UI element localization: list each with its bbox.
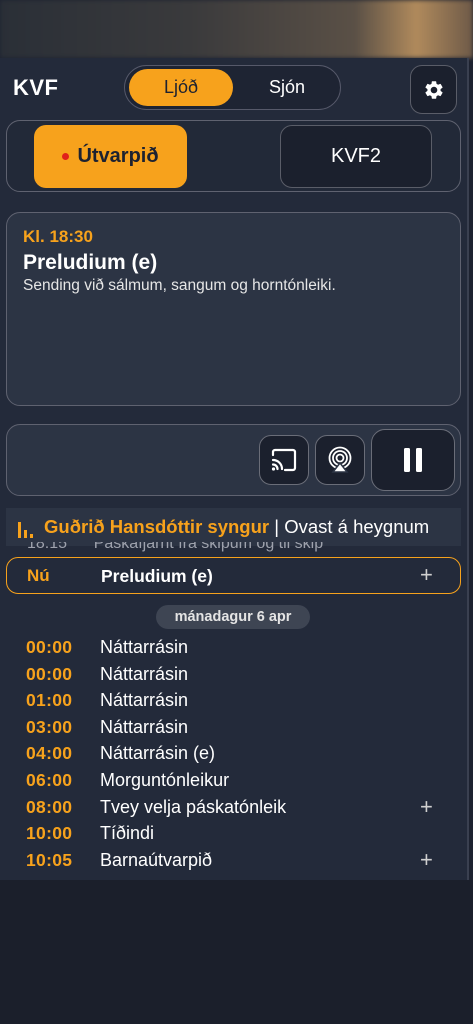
row-title: Náttarrásin bbox=[100, 637, 189, 657]
equalizer-icon bbox=[18, 522, 33, 538]
settings-button[interactable] bbox=[410, 65, 457, 114]
peek-title: Páskafjarrit frá skipum og til skip bbox=[93, 542, 324, 552]
row-time: 03:00 bbox=[26, 716, 73, 737]
schedule-row[interactable]: 10:00 Tíðindi bbox=[0, 820, 469, 847]
now-title: Preludium (e) bbox=[101, 566, 213, 586]
schedule-row[interactable]: 08:00 Tvey velja páskatónleik + bbox=[0, 794, 469, 821]
now-label: Nú bbox=[27, 566, 50, 585]
channel-label: Útvarpið bbox=[77, 145, 159, 167]
row-time: 01:00 bbox=[26, 690, 73, 711]
player-controls bbox=[6, 424, 461, 496]
add-icon[interactable]: + bbox=[420, 847, 433, 873]
schedule-row[interactable]: 04:00 Náttarrásin (e) bbox=[0, 740, 469, 767]
header: KVF Ljóð Sjón bbox=[0, 58, 469, 118]
now-playing-ticker: Guðrið Hansdóttir syngur | Ovast á heygn… bbox=[6, 508, 461, 546]
peek-time: 18:15 bbox=[27, 542, 68, 552]
cast-icon bbox=[271, 448, 297, 472]
ticker-text: Guðrið Hansdóttir syngur | Ovast á heygn… bbox=[44, 508, 429, 546]
now-playing-time: Kl. 18:30 bbox=[23, 227, 93, 246]
row-title: Náttarrásin bbox=[100, 690, 189, 711]
date-separator: mánadagur 6 apr bbox=[156, 605, 310, 629]
row-time: 08:00 bbox=[26, 796, 73, 817]
airplay-button[interactable] bbox=[315, 435, 365, 485]
ticker-rest: Ovast á heygnum bbox=[284, 516, 430, 537]
schedule-row[interactable]: 06:00 Morguntónleikur bbox=[0, 767, 469, 794]
row-title: Náttarrásin (e) bbox=[100, 743, 216, 764]
logo: KVF bbox=[13, 75, 59, 100]
row-time: 04:00 bbox=[26, 743, 73, 764]
schedule-now-row[interactable]: Nú Preludium (e) + bbox=[6, 557, 461, 594]
tab-ljod[interactable]: Ljóð bbox=[129, 69, 233, 106]
now-playing-card: Kl. 18:30 Preludium (e) Sending við sálm… bbox=[6, 212, 461, 406]
row-title: Tíðindi bbox=[100, 823, 155, 844]
schedule-row[interactable]: 01:00 Náttarrásin bbox=[0, 687, 469, 714]
airplay-icon bbox=[328, 446, 352, 473]
row-time: 06:00 bbox=[26, 769, 73, 790]
gear-icon bbox=[424, 80, 443, 99]
ticker-highlight: Guðrið Hansdóttir syngur bbox=[44, 516, 270, 537]
row-time: 00:00 bbox=[26, 663, 73, 684]
schedule-row[interactable]: 00:00 Náttarrásin bbox=[0, 661, 469, 688]
now-playing-title: Preludium (e) bbox=[23, 251, 158, 274]
add-icon[interactable]: + bbox=[420, 562, 433, 588]
pause-icon bbox=[404, 448, 422, 472]
schedule-peek-row: 18:15 Páskafjarrit frá skipum og til ski… bbox=[27, 542, 323, 552]
add-icon[interactable]: + bbox=[420, 794, 433, 820]
live-dot-icon bbox=[62, 153, 70, 160]
status-bar-blur bbox=[0, 0, 473, 58]
tab-sjon[interactable]: Sjón bbox=[235, 69, 339, 106]
row-time: 10:05 bbox=[26, 849, 73, 870]
row-title: Náttarrásin bbox=[100, 716, 189, 737]
schedule-list: 18:15 Páskafjarrit frá skipum og til ski… bbox=[0, 542, 469, 880]
media-toggle: Ljóð Sjón bbox=[124, 65, 341, 110]
schedule-row[interactable]: 00:00 Náttarrásin bbox=[0, 634, 469, 661]
row-title: Barnaútvarpið bbox=[100, 849, 213, 870]
row-title: Tvey velja páskatónleik bbox=[100, 796, 287, 817]
row-time: 00:00 bbox=[26, 637, 73, 657]
pause-button[interactable] bbox=[371, 429, 455, 491]
ticker-separator: | bbox=[269, 516, 285, 537]
schedule-row[interactable]: 10:05 Barnaútvarpið + bbox=[0, 847, 469, 874]
channel-label: KVF2 bbox=[330, 145, 382, 167]
row-title: Náttarrásin bbox=[100, 663, 189, 684]
row-time: 10:00 bbox=[26, 823, 73, 844]
schedule-row[interactable]: 03:00 Náttarrásin bbox=[0, 714, 469, 741]
app-container: KVF Ljóð Sjón Útvarpið KVF2 Kl. 18:30 Pr… bbox=[0, 58, 469, 880]
now-playing-description: Sending við sálmum, sangum og horntónlei… bbox=[23, 277, 336, 294]
row-title: Morguntónleikur bbox=[100, 769, 230, 790]
channel-selector: Útvarpið KVF2 bbox=[6, 120, 461, 192]
empty-background bbox=[0, 880, 473, 1024]
schedule-rows: 00:00 Náttarrásin 00:00 Náttarrásin 01:0… bbox=[0, 634, 469, 873]
channel-kvf2[interactable]: KVF2 bbox=[280, 125, 432, 188]
cast-button[interactable] bbox=[259, 435, 309, 485]
channel-utvarpid[interactable]: Útvarpið bbox=[34, 125, 187, 188]
